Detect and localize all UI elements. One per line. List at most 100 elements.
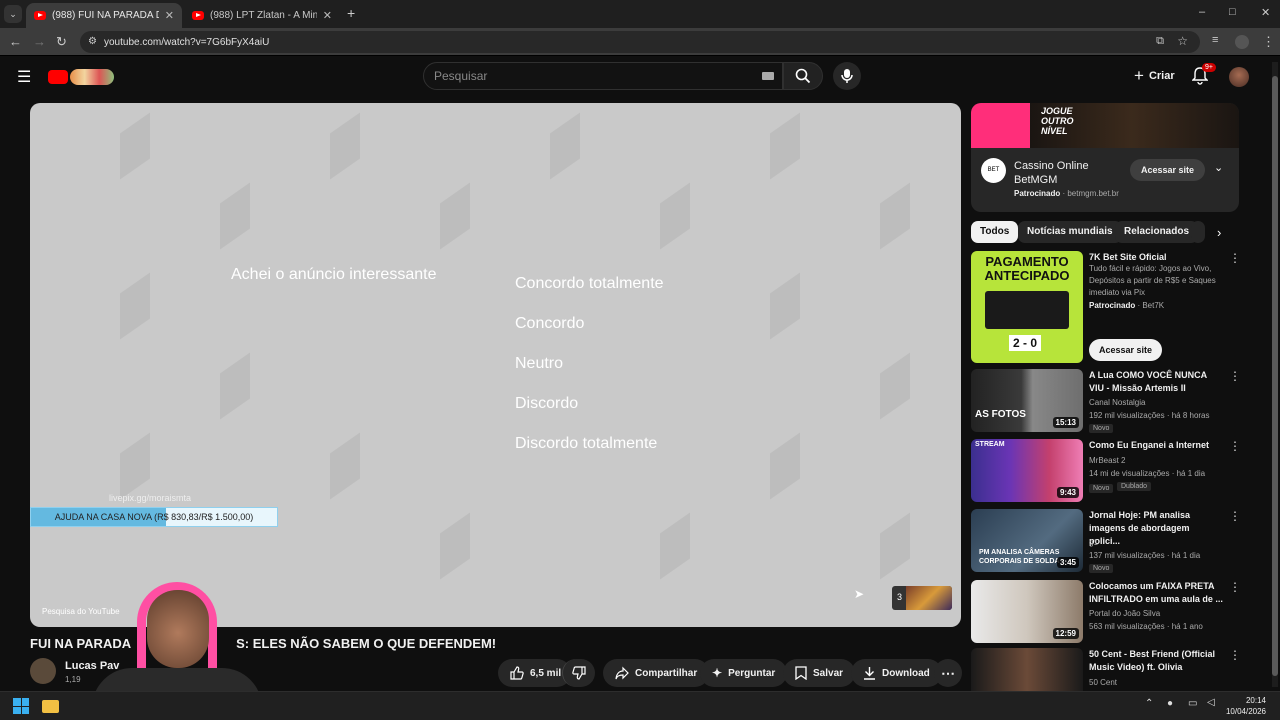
recommended-item[interactable]: 50 Cent - Best Friend (Official Music Vi… — [971, 648, 1241, 691]
channel-name[interactable]: Lucas Pav — [65, 660, 119, 672]
chip-world-news[interactable]: Notícias mundiais — [1018, 221, 1122, 243]
recommended-item[interactable]: PM ANALISA CÂMERAS CORPORAIS DE SOLDA 3:… — [971, 509, 1241, 573]
channel-name[interactable]: MrBeast 2 — [1089, 454, 1125, 467]
back-icon[interactable]: ← — [9, 34, 22, 49]
profile-icon[interactable] — [1235, 35, 1249, 49]
recommended-item[interactable]: 12:59 Colocamos um FAIXA PRETA INFILTRAD… — [971, 580, 1241, 643]
url-bar[interactable]: ⚙ youtube.com/watch?v=7G6bFyX4aiU ⧉ ☆ — [80, 31, 1200, 53]
tab-2[interactable]: (988) LPT Zlatan - A Minha Fave... ✕ — [184, 3, 340, 28]
video-title-end: S: ELES NÃO SABEM O QUE DEFENDEM! — [236, 636, 497, 651]
save-label: Salvar — [813, 667, 844, 679]
more-options-icon[interactable]: ⋮ — [1229, 648, 1241, 662]
menu-kebab-icon[interactable]: ⋮ — [1262, 34, 1275, 50]
ask-button[interactable]: ✦ Perguntar — [700, 659, 788, 687]
survey-option-neutral[interactable]: Neutro — [515, 355, 563, 373]
more-options-icon[interactable]: ⋮ — [1229, 369, 1241, 383]
close-tab-icon[interactable]: ✕ — [165, 9, 174, 22]
clock[interactable]: 20:14 10/04/2026 — [1222, 695, 1266, 717]
chevron-right-icon[interactable]: › — [1217, 225, 1221, 240]
more-options-icon[interactable]: ⋮ — [1229, 580, 1241, 594]
tray-chevron-icon[interactable]: ⌃ — [1145, 698, 1153, 709]
recommended-item[interactable]: STREAM 9:43 Como Eu Enganei a Internet M… — [971, 439, 1241, 502]
forward-icon[interactable]: → — [33, 34, 46, 49]
share-button[interactable]: Compartilhar — [603, 659, 710, 687]
page-scrollbar[interactable] — [1272, 62, 1278, 687]
like-button[interactable]: 6,5 mil — [498, 659, 572, 687]
notifications-button[interactable]: 9+ — [1191, 63, 1216, 87]
tray-volume-icon[interactable]: ◁ — [1207, 697, 1215, 708]
more-actions-button[interactable]: ⋯ — [934, 659, 962, 687]
survey-option-disagree[interactable]: Discordo — [515, 395, 578, 413]
reload-icon[interactable]: ↻ — [56, 34, 67, 50]
sponsored-video-item[interactable]: PAGAMENTO ANTECIPADO 2 - 0 7K Bet Site O… — [971, 251, 1241, 363]
channel-name[interactable]: 50 Cent — [1089, 676, 1117, 689]
reading-list-icon[interactable]: ≡ — [1212, 34, 1218, 46]
video-thumbnail[interactable]: PM ANALISA CÂMERAS CORPORAIS DE SOLDA 3:… — [971, 509, 1083, 572]
search-input[interactable]: Pesquisar — [423, 62, 783, 90]
survey-option-strongly-disagree[interactable]: Discordo totalmente — [515, 435, 657, 453]
close-tab-icon[interactable]: ✕ — [323, 9, 332, 22]
download-button[interactable]: Download — [851, 659, 942, 687]
chip-more-partial[interactable] — [1191, 221, 1205, 243]
ad-name-line-2: BetMGM — [1014, 174, 1058, 186]
ad-card[interactable]: JOGUE OUTRO NÍVEL BET Cassino Online Bet… — [971, 103, 1239, 212]
video-player[interactable]: Achei o anúncio interessante Concordo to… — [30, 103, 961, 627]
tab-1[interactable]: (988) FUI NA PARADA DOS BO... ✕ — [26, 3, 182, 28]
channel-name[interactable]: Canal Nostalgia — [1089, 396, 1145, 409]
view-count: 137 mil visualizações — [1089, 551, 1165, 560]
channel-name[interactable]: g1 — [1089, 536, 1098, 549]
save-button[interactable]: Salvar — [783, 659, 856, 687]
file-explorer-icon[interactable] — [42, 700, 59, 713]
windows-start-icon[interactable] — [13, 698, 29, 714]
avatar[interactable] — [1229, 67, 1249, 87]
chip-related[interactable]: Relacionados — [1115, 221, 1199, 243]
video-thumbnail[interactable]: 12:59 — [971, 580, 1083, 643]
video-title[interactable]: 50 Cent - Best Friend (Official Music Vi… — [1089, 648, 1223, 674]
tray-network-icon[interactable]: ▭ — [1188, 698, 1197, 709]
view-count: 563 mil visualizações — [1089, 622, 1165, 631]
video-title[interactable]: A Lua COMO VOCÊ NUNCA VIU - Missão Artem… — [1089, 369, 1223, 395]
sponsored-thumbnail-panel — [985, 291, 1069, 329]
more-options-icon[interactable]: ⋮ — [1229, 251, 1241, 265]
minimize-button[interactable]: – — [1199, 6, 1205, 18]
scrollbar-thumb[interactable] — [1272, 76, 1278, 676]
create-button[interactable]: + Criar — [1126, 63, 1183, 89]
dislike-button[interactable] — [562, 659, 595, 687]
bookmark-star-icon[interactable]: ☆ — [1177, 34, 1188, 48]
install-icon[interactable]: ⧉ — [1156, 35, 1164, 48]
channel-avatar[interactable] — [30, 658, 56, 684]
ad-queue-thumbnail[interactable]: 3 — [892, 586, 952, 610]
sponsored-cta-button[interactable]: Acessar site — [1089, 339, 1163, 361]
channel-name[interactable]: Portal do João Silva — [1089, 607, 1160, 620]
chip-all[interactable]: Todos — [971, 221, 1019, 243]
ad-sponsored-label: Patrocinado — [1014, 189, 1061, 198]
sponsored-thumbnail[interactable]: PAGAMENTO ANTECIPADO 2 - 0 — [971, 251, 1083, 363]
ad-cta-button[interactable]: Acessar site — [1130, 159, 1206, 181]
video-title[interactable]: Como Eu Enganei a Internet — [1089, 439, 1223, 452]
keyboard-icon[interactable] — [762, 72, 774, 80]
recommended-item[interactable]: AS FOTOS 15:13 A Lua COMO VOCÊ NUNCA VIU… — [971, 369, 1241, 433]
new-tab-button[interactable]: + — [347, 5, 355, 21]
video-thumbnail[interactable]: AS FOTOS 15:13 — [971, 369, 1083, 432]
chevron-down-icon[interactable]: ⌄ — [1214, 161, 1223, 174]
hamburger-menu-icon[interactable]: ☰ — [17, 67, 31, 87]
video-title[interactable]: Jornal Hoje: PM analisa imagens de abord… — [1089, 509, 1223, 548]
youtube-logo[interactable] — [48, 68, 116, 86]
voice-search-button[interactable] — [833, 62, 861, 90]
search-button[interactable] — [783, 62, 823, 90]
like-count: 6,5 mil — [530, 667, 562, 679]
tray-mic-icon[interactable]: ● — [1167, 698, 1173, 709]
site-info-icon[interactable]: ⚙ — [88, 36, 97, 47]
ad-banner[interactable]: JOGUE OUTRO NÍVEL — [971, 103, 1239, 148]
survey-option-agree[interactable]: Concordo — [515, 315, 584, 333]
tab-search-button[interactable]: ⌄ — [4, 5, 22, 23]
more-options-icon[interactable]: ⋮ — [1229, 439, 1241, 453]
video-title[interactable]: Colocamos um FAIXA PRETA INFILTRADO em u… — [1089, 580, 1223, 606]
video-thumbnail[interactable]: STREAM 9:43 — [971, 439, 1083, 502]
close-window-button[interactable]: ✕ — [1261, 6, 1270, 19]
maximize-button[interactable]: □ — [1229, 6, 1236, 18]
more-options-icon[interactable]: ⋮ — [1229, 509, 1241, 523]
video-thumbnail[interactable] — [971, 648, 1083, 691]
survey-option-strongly-agree[interactable]: Concordo totalmente — [515, 275, 664, 293]
download-label: Download — [882, 667, 930, 679]
